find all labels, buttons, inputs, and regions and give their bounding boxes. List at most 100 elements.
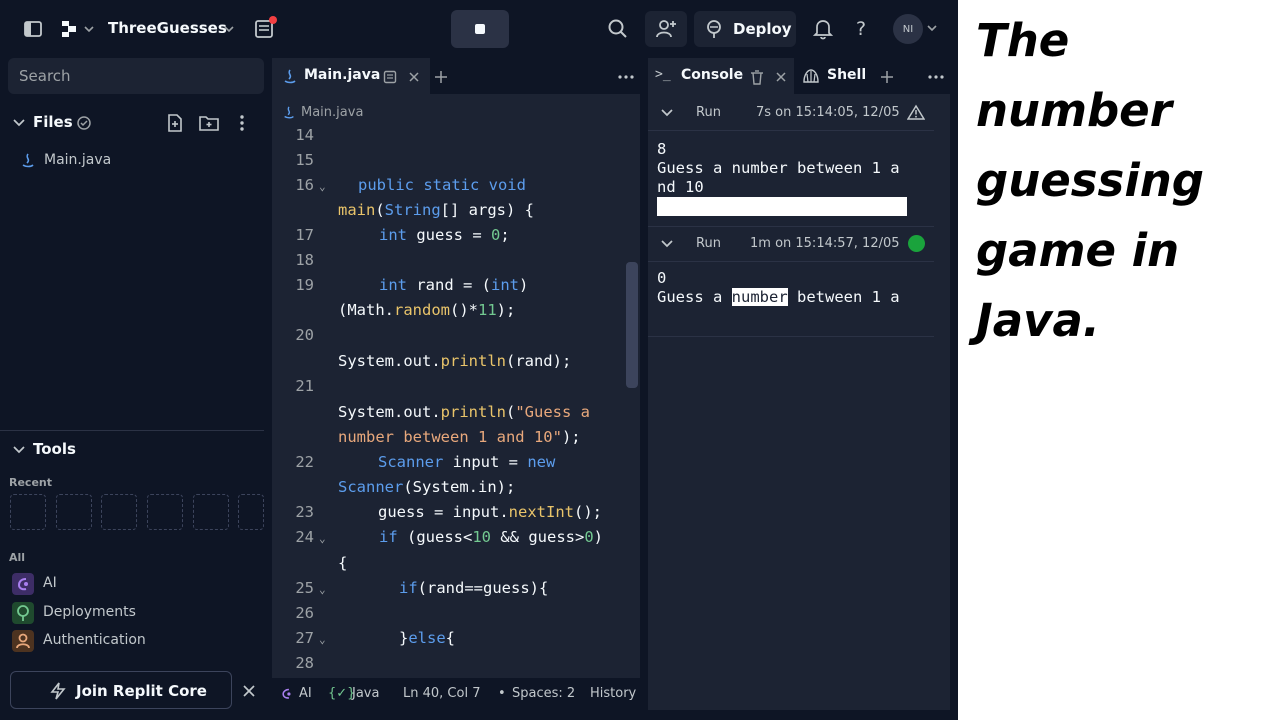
tab-console[interactable]: >_ Console	[648, 58, 794, 94]
deploy-button[interactable]: Deploy	[694, 11, 796, 47]
code-editor-pane: Main.java Main.java 14 15 16 ⌄ public st…	[272, 58, 640, 710]
close-icon[interactable]	[408, 71, 420, 83]
code-line: if(rand==guess){	[399, 579, 549, 597]
all-label: All	[9, 551, 26, 564]
fold-chevron-icon[interactable]: ⌄	[319, 532, 326, 545]
chevron-down-icon[interactable]	[222, 20, 236, 38]
close-icon[interactable]	[775, 71, 787, 83]
close-icon[interactable]	[242, 684, 256, 698]
bell-icon[interactable]	[812, 17, 834, 41]
notifications-tray-icon[interactable]	[253, 16, 279, 42]
file-preview-icon[interactable]	[383, 70, 397, 84]
java-file-icon	[284, 69, 296, 84]
console-input-line[interactable]	[657, 197, 907, 216]
recent-slot[interactable]	[238, 494, 264, 530]
new-file-icon[interactable]	[165, 113, 185, 133]
console-output: 0	[657, 269, 667, 287]
help-icon[interactable]: ?	[850, 16, 872, 42]
code-line: public static void	[358, 176, 526, 194]
add-tab-icon[interactable]	[880, 70, 894, 84]
line-number: 21	[295, 377, 314, 395]
line-number: 26	[295, 604, 314, 622]
line-number: 24	[295, 528, 314, 546]
sidebar-toggle-icon[interactable]	[22, 18, 44, 40]
stop-button[interactable]	[451, 10, 509, 48]
code-line: Scanner input = new	[378, 453, 556, 471]
run-header[interactable]: Run 1m on 15:14:57, 12/05	[648, 226, 934, 262]
chevron-down-icon[interactable]	[12, 443, 26, 457]
run-label: Run	[696, 105, 721, 120]
tool-item-authentication[interactable]: Authentication	[0, 629, 264, 653]
more-options-icon[interactable]	[928, 70, 944, 84]
code-area[interactable]: 14 15 16 ⌄ public static void main(Strin…	[272, 124, 640, 676]
shell-icon	[803, 69, 819, 83]
code-line: System.out.println(rand);	[338, 352, 572, 370]
run-header[interactable]: Run 7s on 15:14:05, 12/05	[648, 96, 934, 131]
breadcrumb[interactable]: Main.java	[301, 105, 363, 120]
more-options-icon[interactable]	[618, 70, 634, 84]
file-item[interactable]: Main.java	[0, 148, 270, 174]
tool-item-ai[interactable]: AI	[0, 572, 264, 596]
recent-slot[interactable]	[10, 494, 46, 530]
fold-chevron-icon[interactable]: ⌄	[319, 180, 326, 193]
ai-icon[interactable]	[280, 687, 294, 701]
join-replit-core-button[interactable]: Join Replit Core	[10, 671, 232, 709]
line-number: 17	[295, 226, 314, 244]
fold-chevron-icon[interactable]: ⌄	[319, 633, 326, 646]
history-button[interactable]: History	[590, 686, 636, 701]
console-output: nd 10	[657, 178, 704, 196]
console-output: Guess a number between 1 a	[657, 288, 900, 306]
line-number: 23	[295, 503, 314, 521]
chevron-down-icon[interactable]	[660, 238, 674, 250]
search-icon[interactable]	[606, 17, 630, 41]
code-line: number between 1 and 10");	[338, 428, 581, 446]
ai-status[interactable]: AI	[299, 686, 312, 701]
cursor-position[interactable]: Ln 40, Col 7	[403, 686, 480, 701]
terminal-prompt-icon: >_	[655, 67, 671, 82]
tab-shell[interactable]: Shell	[796, 58, 872, 94]
authentication-icon	[12, 630, 34, 652]
editor-scrollbar[interactable]	[626, 262, 638, 388]
avatar[interactable]: NI	[893, 14, 923, 44]
recent-slot[interactable]	[193, 494, 229, 530]
file-name: Main.java	[44, 152, 112, 168]
ai-icon	[12, 573, 34, 595]
recent-slot[interactable]	[147, 494, 183, 530]
replit-logo-menu[interactable]	[58, 17, 98, 41]
code-line: {	[338, 554, 348, 572]
language-status[interactable]: Java	[352, 686, 379, 701]
new-folder-icon[interactable]	[198, 113, 220, 133]
trash-icon[interactable]	[750, 69, 764, 85]
caption-panel: The number guessing game in Java.	[958, 0, 1280, 720]
search-input[interactable]: Search	[8, 58, 264, 94]
line-number: 19	[295, 276, 314, 294]
left-sidebar: Search Files Main.java Tools Recent All …	[0, 58, 270, 720]
line-number: 14	[295, 126, 314, 144]
invite-button[interactable]	[645, 11, 687, 47]
line-number: 27	[295, 629, 314, 647]
tool-label: AI	[43, 575, 57, 591]
more-options-icon[interactable]	[235, 113, 249, 133]
console-output: 8	[657, 140, 667, 158]
chevron-down-icon[interactable]	[926, 22, 938, 34]
add-tab-icon[interactable]	[434, 70, 448, 84]
success-status-icon	[908, 235, 925, 252]
chevron-down-icon[interactable]	[660, 107, 674, 119]
console-pane: >_ Console Shell Run 7s on 15:14:05, 12/…	[648, 58, 950, 710]
code-line: main(String[] args) {	[338, 201, 534, 219]
files-header[interactable]: Files	[33, 113, 73, 131]
indentation-status[interactable]: Spaces: 2	[512, 686, 575, 701]
tab-main-java[interactable]: Main.java	[272, 58, 430, 94]
recent-slot[interactable]	[101, 494, 137, 530]
recent-slot[interactable]	[56, 494, 92, 530]
editor-tab-bar: Main.java	[272, 58, 640, 94]
tools-header[interactable]: Tools	[33, 440, 76, 458]
chevron-down-icon[interactable]	[12, 116, 26, 130]
line-number: 15	[295, 151, 314, 169]
tab-label: Console	[681, 67, 744, 83]
project-name[interactable]: ThreeGuesses	[108, 19, 227, 37]
tool-item-deployments[interactable]: Deployments	[0, 601, 264, 625]
run-meta: 1m on 15:14:57, 12/05	[750, 236, 900, 251]
fold-chevron-icon[interactable]: ⌄	[319, 583, 326, 596]
tool-label: Authentication	[43, 632, 146, 648]
